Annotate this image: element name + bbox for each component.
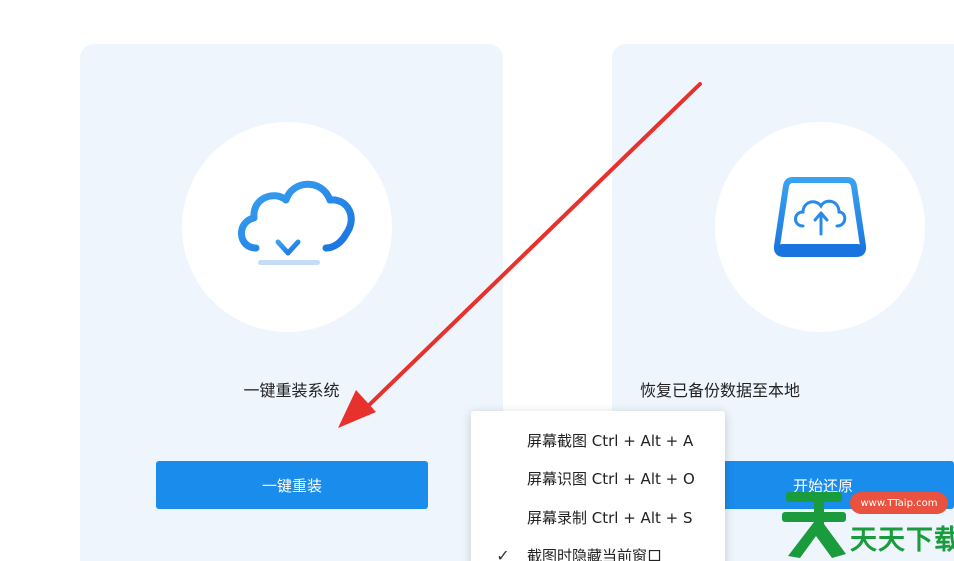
reinstall-icon-circle: [182, 122, 392, 332]
context-menu: 屏幕截图 Ctrl + Alt + A 屏幕识图 Ctrl + Alt + O …: [471, 411, 725, 561]
restore-icon-circle: [715, 122, 925, 332]
cloud-download-icon: [238, 180, 355, 265]
drive-upload-icon: [773, 177, 867, 257]
app-window: 一键重装系统 一键重装 恢复已备份数据至本地 开始还原 屏幕截图 Ctrl + …: [0, 0, 954, 561]
watermark-text: 天天下载: [850, 525, 954, 556]
checkmark-icon: ✓: [496, 545, 510, 561]
restore-title: 恢复已备份数据至本地: [639, 381, 800, 400]
watermark-site: www.TTaip.com: [850, 492, 948, 514]
menu-item-screenshot[interactable]: 屏幕截图 Ctrl + Alt + A: [471, 421, 725, 459]
menu-item-hide-window[interactable]: ✓ 截图时隐藏当前窗口: [471, 536, 725, 561]
menu-item-screen-record[interactable]: 屏幕录制 Ctrl + Alt + S: [471, 498, 725, 536]
menu-item-label: 屏幕识图 Ctrl + Alt + O: [527, 469, 695, 488]
menu-item-label: 截图时隐藏当前窗口: [527, 546, 663, 561]
menu-item-label: 屏幕截图 Ctrl + Alt + A: [527, 431, 694, 450]
tian-logo-icon: [782, 492, 846, 558]
menu-item-screen-recognize[interactable]: 屏幕识图 Ctrl + Alt + O: [471, 459, 725, 497]
menu-item-label: 屏幕录制 Ctrl + Alt + S: [527, 508, 693, 527]
reinstall-title: 一键重装系统: [243, 381, 340, 400]
watermark-logo: www.TTaip.com 天天下载: [778, 480, 954, 561]
reinstall-button[interactable]: 一键重装: [156, 461, 428, 509]
reinstall-card: 一键重装系统 一键重装: [80, 44, 503, 561]
